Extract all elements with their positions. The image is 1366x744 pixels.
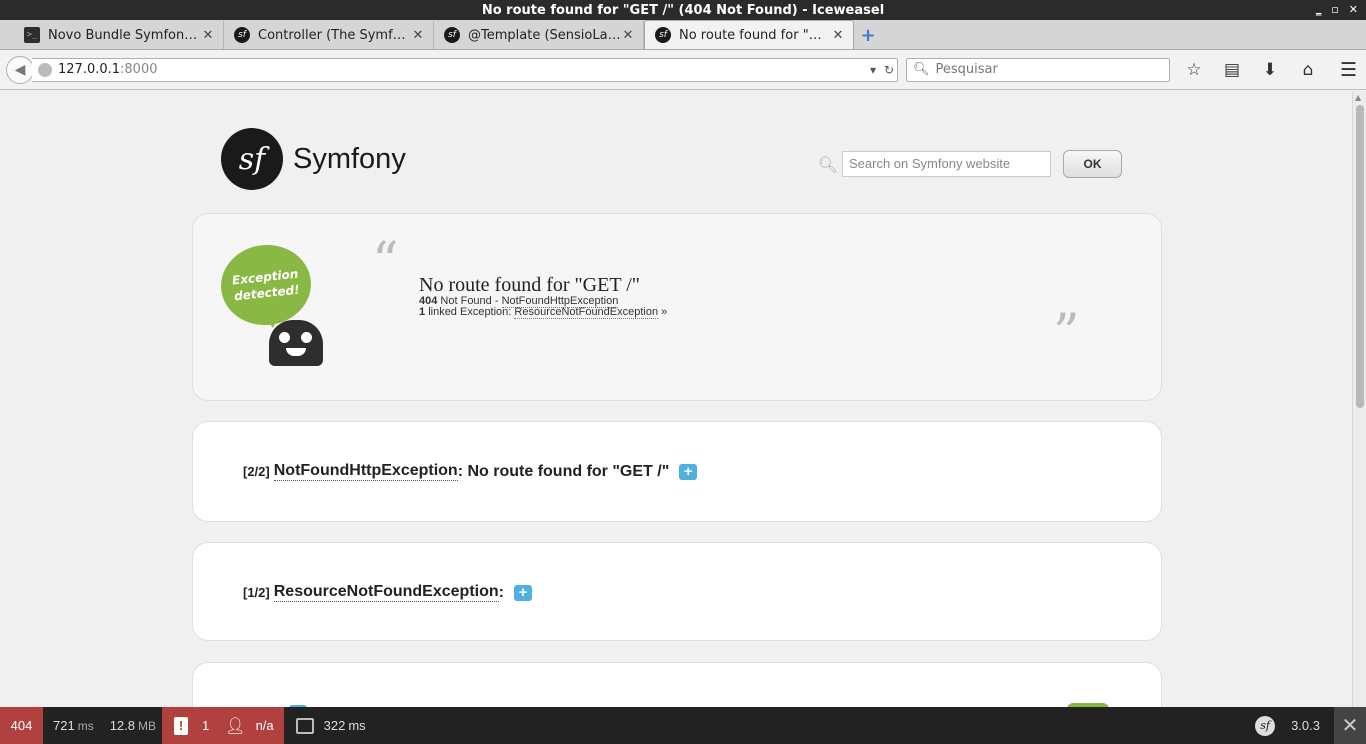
linked-exception-line: 1 linked Exception: ResourceNotFoundExce… — [419, 306, 667, 319]
memory-value: 12.8 — [109, 718, 136, 733]
toolbar-close-icon[interactable]: ✕ — [1334, 707, 1366, 744]
exception-message: : — [498, 583, 504, 601]
download-icon[interactable]: ⬇ — [1260, 60, 1280, 80]
exception-count: [2/2] — [243, 464, 270, 479]
expand-plus-button[interactable]: + — [513, 584, 532, 601]
open-quote-icon: “ — [372, 232, 399, 292]
exception-heading: [2/2] NotFoundHttpException : No route f… — [243, 462, 698, 481]
tab-template[interactable]: sf @Template (SensioLab... ✕ — [434, 21, 644, 49]
tab-close-icon[interactable]: ✕ — [201, 28, 215, 43]
reload-icon[interactable]: ↻ — [881, 63, 897, 77]
bookmark-star-icon[interactable]: ☆ — [1184, 60, 1204, 80]
linked-text: linked Exception: — [428, 306, 515, 318]
linked-count: 1 — [419, 306, 426, 318]
tab-close-icon[interactable]: ✕ — [621, 28, 635, 43]
page-content: sf Symfony 🔍︎ Search on Symfony website … — [0, 91, 1352, 707]
search-placeholder: Pesquisar — [935, 62, 998, 77]
window-title: No route found for "GET /" (404 Not Foun… — [481, 2, 885, 18]
tab-novo-bundle[interactable]: >_ Novo Bundle Symfony ... ✕ — [14, 21, 224, 49]
tab-close-icon[interactable]: ✕ — [831, 28, 845, 43]
url-bar[interactable]: 127.0.0.1:8000 ▾ ↻ — [32, 57, 898, 82]
time-unit: ms — [77, 718, 94, 733]
globe-icon — [38, 62, 52, 77]
browser-search-input[interactable]: 🔍︎ Pesquisar — [906, 57, 1170, 82]
exception-class[interactable]: ResourceNotFoundException — [273, 583, 499, 602]
scroll-up-icon[interactable]: ▲ — [1355, 93, 1361, 102]
expand-plus-button[interactable]: + — [679, 463, 698, 480]
back-button[interactable]: ◀ — [6, 55, 34, 84]
template-icon — [295, 717, 314, 734]
exception-message: : No route found for "GET /" — [457, 462, 670, 480]
exception-heading: [1/2] ResourceNotFoundException : + — [243, 583, 532, 602]
logs-block — [192, 662, 1162, 707]
tab-label: Controller (The Symfon... — [258, 27, 411, 43]
tab-strip: >_ Novo Bundle Symfony ... ✕ sf Controll… — [0, 20, 1366, 50]
symfony-header: sf Symfony 🔍︎ Search on Symfony website … — [221, 128, 1122, 192]
tab-controller[interactable]: sf Controller (The Symfon... ✕ — [224, 21, 434, 49]
symfony-version[interactable]: 3.0.3 — [1291, 718, 1320, 733]
search-icon: 🔍︎ — [817, 154, 838, 174]
exclamation-icon: ! — [174, 716, 189, 735]
symfony-logo-mark: sf — [221, 128, 283, 190]
navigation-bar: ◀ 127.0.0.1:8000 ▾ ↻ 🔍︎ Pesquisar ☆ ▤ ⬇ … — [0, 50, 1366, 90]
symfony-debug-toolbar: 404 721 ms 12.8 MB ! 1 👤︎ n/a 322 ms sf 3.0… — [0, 707, 1366, 744]
hamburger-menu-icon[interactable]: ☰ — [1340, 59, 1357, 81]
symfony-brand: Symfony — [293, 142, 406, 175]
render-time[interactable]: 322 ms — [284, 707, 378, 744]
home-icon[interactable]: ⌂ — [1298, 60, 1318, 80]
url-port: :8000 — [120, 62, 158, 77]
linked-arrow[interactable]: » — [661, 306, 667, 318]
arrow-left-icon: ◀ — [14, 61, 26, 78]
exception-summary: Exception detected! “ No route found for… — [192, 213, 1162, 401]
ok-button[interactable]: OK — [1063, 150, 1122, 178]
new-tab-button[interactable]: + — [854, 21, 882, 49]
window-titlebar: No route found for "GET /" (404 Not Foun… — [0, 0, 1366, 20]
tab-label: No route found for "GE... — [679, 27, 831, 43]
exception-title: No route found for "GET /" — [419, 274, 640, 296]
exception-block: [1/2] ResourceNotFoundException : + — [192, 542, 1162, 641]
exception-block: [2/2] NotFoundHttpException : No route f… — [192, 421, 1162, 522]
maximize-icon[interactable]: ▫ — [1331, 0, 1338, 20]
render-value: 322 — [323, 718, 346, 733]
page-scrollbar[interactable]: ▲ — [1352, 91, 1366, 707]
request-time[interactable]: 721 ms — [43, 707, 100, 744]
reading-list-icon[interactable]: ▤ — [1222, 60, 1242, 80]
url-host: 127.0.0.1 — [58, 62, 121, 77]
symfony-icon: sf — [234, 27, 250, 43]
exception-class[interactable]: NotFoundHttpException — [273, 462, 458, 481]
close-quote-icon: ” — [1053, 304, 1080, 364]
error-count: 1 — [202, 718, 210, 733]
tab-close-icon[interactable]: ✕ — [411, 28, 425, 43]
linked-exception-link[interactable]: ResourceNotFoundException — [514, 306, 659, 319]
symfony-search: 🔍︎ Search on Symfony website OK — [818, 150, 1122, 178]
dropdown-arrow-icon[interactable]: ▾ — [865, 63, 881, 77]
scrollbar-thumb[interactable] — [1356, 105, 1364, 408]
user-value: n/a — [255, 718, 274, 733]
user-icon: 👤︎ — [225, 717, 246, 735]
close-window-icon[interactable]: ✕ — [1349, 0, 1358, 20]
symfony-search-input[interactable]: Search on Symfony website — [842, 151, 1051, 177]
memory-usage[interactable]: 12.8 MB — [100, 707, 162, 744]
symfony-icon[interactable]: sf — [1255, 715, 1276, 736]
tab-label: Novo Bundle Symfony ... — [48, 27, 201, 43]
status-code-badge[interactable]: 404 — [0, 707, 43, 744]
search-icon: 🔍︎ — [913, 62, 930, 77]
tab-no-route[interactable]: sf No route found for "GE... ✕ — [644, 20, 854, 49]
exception-count: [1/2] — [243, 585, 270, 600]
time-value: 721 — [53, 718, 75, 733]
tab-label: @Template (SensioLab... — [468, 27, 621, 43]
error-and-user-panel[interactable]: ! 1 👤︎ n/a — [162, 707, 284, 744]
symfony-icon: sf — [444, 27, 460, 43]
ghost-mascot-icon — [269, 320, 323, 366]
symfony-icon: sf — [655, 27, 671, 43]
render-unit: ms — [348, 718, 366, 733]
memory-unit: MB — [138, 718, 157, 733]
terminal-icon: >_ — [24, 27, 40, 43]
minimize-icon[interactable]: ‗ — [1316, 0, 1322, 20]
